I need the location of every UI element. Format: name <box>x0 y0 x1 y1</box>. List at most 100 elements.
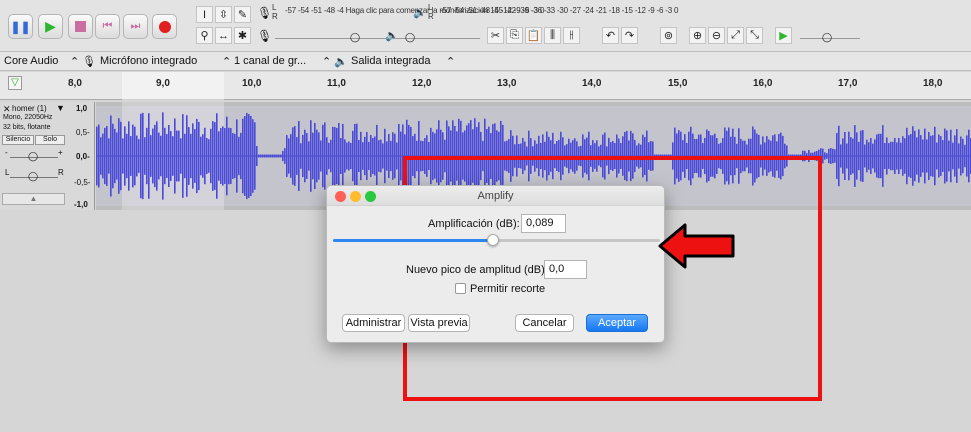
slider-thumb-icon[interactable]: ◯ <box>405 32 415 43</box>
waveform-sample <box>904 138 906 174</box>
timeshift-tool-icon[interactable]: ↔ <box>215 27 232 44</box>
waveform-sample <box>204 127 206 185</box>
waveform-sample <box>840 144 842 168</box>
waveform-sample <box>958 143 960 169</box>
waveform-sample <box>394 133 396 179</box>
fit-project-icon[interactable]: ⤡ <box>746 27 763 44</box>
waveform-sample <box>134 126 136 186</box>
chevron-down-icon[interactable]: ▼ <box>56 103 65 113</box>
skip-start-button[interactable]: ⏮ <box>95 14 120 39</box>
waveform-sample <box>300 143 302 169</box>
silence-icon[interactable]: ⫲ <box>563 27 580 44</box>
ruler-tick-label: 8,0 <box>68 78 82 89</box>
slider-thumb-icon[interactable]: ◯ <box>28 171 38 182</box>
draw-tool-icon[interactable]: ✎ <box>234 6 251 23</box>
close-window-icon[interactable] <box>335 191 346 202</box>
cut-icon[interactable]: ✂ <box>487 27 504 44</box>
waveform-sample <box>874 139 876 173</box>
waveform-sample <box>334 127 336 185</box>
waveform-sample <box>288 138 290 174</box>
slider-thumb-icon[interactable]: ◯ <box>822 32 832 43</box>
skip-end-button[interactable]: ⏭ <box>123 14 148 39</box>
waveform-sample <box>316 129 318 183</box>
output-device-select[interactable]: Salida integrada <box>351 55 431 67</box>
track-name[interactable]: homer (1) <box>12 104 47 113</box>
zoom-in-icon[interactable]: ⊕ <box>689 27 706 44</box>
vertical-scale-label: -0,5- <box>74 178 91 187</box>
skip-end-icon: ⏭ <box>130 20 141 32</box>
ruler-tick-label: 14,0 <box>582 78 602 89</box>
stop-button[interactable] <box>68 14 93 39</box>
waveform-sample <box>832 148 834 164</box>
waveform-sample <box>896 142 898 170</box>
pause-button[interactable]: ❚❚ <box>8 14 33 39</box>
waveform-sample <box>332 126 334 186</box>
playback-meter[interactable]: -57 -54 -51 -48 -45 -42 -39 -36 -33 -30 … <box>440 6 678 15</box>
timeline-options-icon[interactable]: ▽ <box>8 76 22 90</box>
multi-tool-icon[interactable]: ✱ <box>234 27 251 44</box>
zoom-window-icon[interactable] <box>365 191 376 202</box>
waveform-sample <box>210 128 212 184</box>
waveform-sample <box>176 130 178 182</box>
waveform-sample <box>278 154 280 158</box>
trim-icon[interactable]: ⫼ <box>544 27 561 44</box>
audio-host-select[interactable]: Core Audio <box>4 55 58 67</box>
play-button[interactable]: ▶ <box>38 14 63 39</box>
waveform-sample <box>938 134 940 178</box>
waveform-sample <box>212 121 214 191</box>
waveform-sample <box>282 150 284 162</box>
playback-volume-icon: 🔈 <box>385 30 399 42</box>
redo-icon[interactable]: ↷ <box>621 27 638 44</box>
meter-r-label: R <box>428 12 434 21</box>
waveform-sample <box>952 142 954 170</box>
waveform-sample <box>946 130 948 182</box>
minimize-window-icon[interactable] <box>350 191 361 202</box>
input-device-select[interactable]: Micrófono integrado <box>100 55 197 67</box>
zoom-tool-icon[interactable]: ⚲ <box>196 27 213 44</box>
waveform-sample <box>356 123 358 189</box>
paste-icon[interactable]: 📋 <box>525 27 542 44</box>
slider-thumb-icon[interactable]: ◯ <box>28 151 38 162</box>
preview-button[interactable]: Vista previa <box>408 314 470 332</box>
meter-l-label: L <box>272 3 277 12</box>
waveform-sample <box>198 121 200 191</box>
copy-icon[interactable]: ⎘ <box>506 27 523 44</box>
waveform-sample <box>388 133 390 179</box>
ruler-tick-label: 10,0 <box>242 78 262 89</box>
slider-fill <box>333 239 494 242</box>
allow-clipping-checkbox[interactable] <box>455 283 466 294</box>
waveform-sample <box>940 136 942 176</box>
recording-volume-slider[interactable] <box>275 38 480 39</box>
channels-select[interactable]: 1 canal de gr... <box>234 55 306 67</box>
solo-button[interactable]: Solo <box>35 135 65 145</box>
timeline-ruler[interactable]: ▽ 8,0 9,0 10,0 11,0 12,0 13,0 14,0 15,0 … <box>0 72 971 100</box>
amplification-field[interactable]: 0,089 <box>521 214 566 233</box>
slider-thumb-icon[interactable]: ◯ <box>350 32 360 43</box>
waveform-sample <box>292 127 294 185</box>
play-at-speed-icon[interactable]: ▶ <box>775 27 792 44</box>
amplification-label: Amplificación (dB): <box>428 218 520 230</box>
envelope-tool-icon[interactable]: ⇳ <box>215 6 232 23</box>
accept-button[interactable]: Aceptar <box>586 314 648 332</box>
manage-button[interactable]: Administrar <box>342 314 405 332</box>
cancel-button[interactable]: Cancelar <box>515 314 574 332</box>
slider-knob[interactable] <box>487 234 500 246</box>
waveform-sample <box>302 134 304 178</box>
waveform-sample <box>342 123 344 189</box>
record-button[interactable] <box>152 14 177 39</box>
microphone-icon: 🎙 <box>82 56 96 68</box>
new-peak-field[interactable]: 0,0 <box>544 260 587 279</box>
undo-icon[interactable]: ↶ <box>602 27 619 44</box>
sync-lock-icon[interactable]: ⊚ <box>660 27 677 44</box>
waveform-sample <box>916 137 918 175</box>
zoom-out-icon[interactable]: ⊖ <box>708 27 725 44</box>
fit-selection-icon[interactable]: ⤢ <box>727 27 744 44</box>
mute-button[interactable]: Silencio <box>2 135 34 145</box>
collapse-track-icon[interactable]: ▲ <box>2 193 65 205</box>
vertical-scale-label: 0,5- <box>76 128 90 137</box>
waveform-sample <box>270 154 272 158</box>
waveform-sample <box>894 137 896 175</box>
track-control-panel: ✕ homer (1) ▼ Mono, 22050Hz 32 bits, flo… <box>0 102 95 210</box>
waveform-sample <box>272 154 274 158</box>
selection-tool-icon[interactable]: I <box>196 6 213 23</box>
